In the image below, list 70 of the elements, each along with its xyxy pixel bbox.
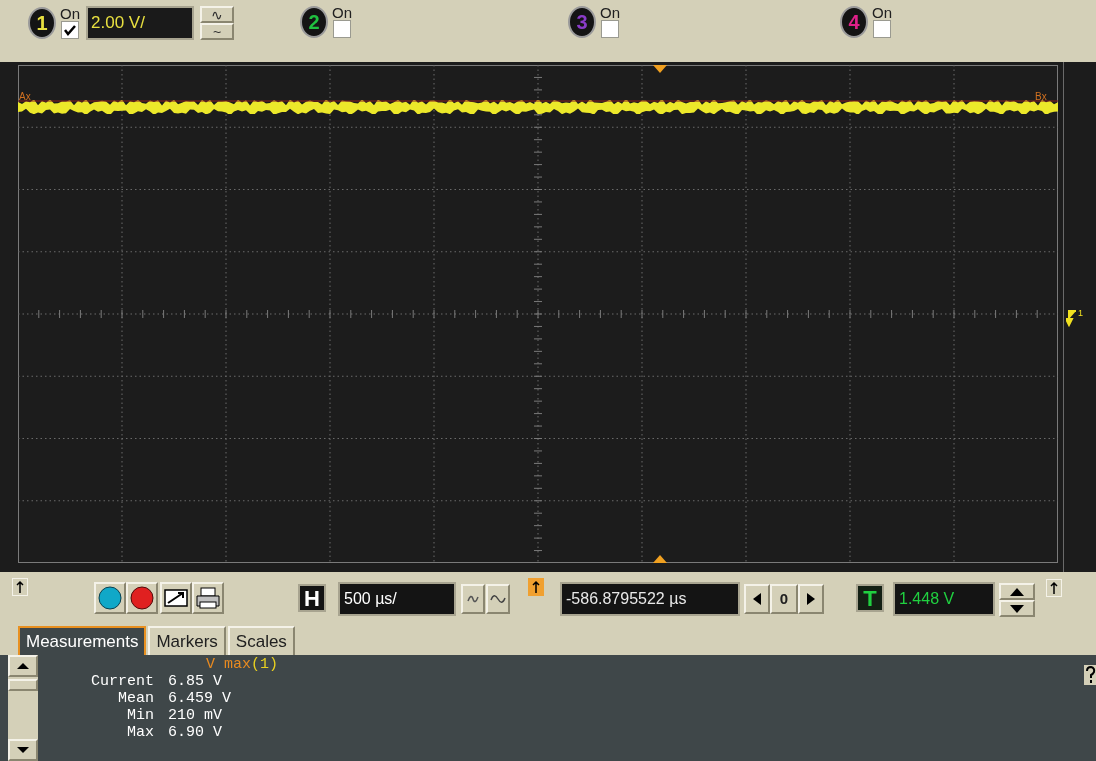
measurement-value: 6.85 V xyxy=(168,673,222,690)
channel-badge[interactable]: 4 xyxy=(840,6,868,38)
measurement-label: Min xyxy=(126,707,154,724)
print-button[interactable] xyxy=(192,582,224,614)
channel-number: 1 xyxy=(36,13,48,33)
help-icon xyxy=(1084,665,1096,685)
channel-badge[interactable]: 2 xyxy=(300,6,328,38)
measurement-value: 6.90 V xyxy=(168,724,222,741)
coupling-button[interactable]: ~ xyxy=(200,23,234,40)
channel-on-checkbox[interactable] xyxy=(873,20,891,38)
channel-on-checkbox[interactable] xyxy=(333,20,351,38)
coupling-button[interactable]: ∿ xyxy=(200,6,234,23)
channel-on-label: On xyxy=(60,7,80,21)
up-arrow-icon xyxy=(17,663,29,669)
measurement-label: Max xyxy=(126,724,154,741)
time-per-division-field[interactable]: 500 µs/ xyxy=(338,582,456,616)
scroll-down-button[interactable] xyxy=(8,739,38,761)
measurement-value: 210 mV xyxy=(168,707,222,724)
measurement-name: V max xyxy=(206,656,251,673)
channel-on-checkbox[interactable] xyxy=(61,21,79,39)
up-arrow-icon xyxy=(1010,587,1024,596)
stop-button[interactable] xyxy=(126,582,158,614)
trigger-position-triangle-icon xyxy=(653,65,667,73)
delay-field[interactable]: -586.8795522 µs xyxy=(560,582,740,616)
scrollbar-thumb[interactable] xyxy=(8,679,38,691)
channel-number: 4 xyxy=(848,12,860,32)
marker-label: Bx xyxy=(1035,92,1047,102)
volts-per-division-field[interactable]: 2.00 V/ xyxy=(86,6,194,40)
spin-up-button[interactable] xyxy=(999,583,1035,600)
tab[interactable]: Markers xyxy=(148,626,226,655)
tab[interactable]: Measurements xyxy=(18,626,147,655)
measurement-label: Mean xyxy=(117,690,154,707)
measurement-label: Current xyxy=(90,673,154,690)
scrollbar[interactable] xyxy=(8,655,38,761)
waveform-button[interactable] xyxy=(461,584,485,614)
delay-reference-button[interactable]: 0 xyxy=(770,584,798,614)
delay-right-button[interactable] xyxy=(798,584,824,614)
delay-left-button[interactable] xyxy=(744,584,770,614)
sine-wave-icon xyxy=(490,592,506,606)
marker-label: Ax xyxy=(19,92,31,102)
tab[interactable]: Scales xyxy=(227,626,295,655)
channel-on-label: On xyxy=(600,6,620,20)
small-wave-icon xyxy=(467,593,479,605)
circle-icon xyxy=(98,586,122,610)
trigger-level-field[interactable]: 1.448 V xyxy=(893,582,995,616)
autoscale-button[interactable] xyxy=(160,582,192,614)
trigger-level-arrow-icon xyxy=(1066,309,1078,327)
down-arrow-icon xyxy=(17,747,29,753)
circle-icon xyxy=(130,586,154,610)
trigger-label: T xyxy=(856,584,884,612)
scroll-up-button[interactable] xyxy=(8,655,38,677)
channel-on-label: On xyxy=(872,6,892,20)
measurement-value: 6.459 V xyxy=(168,690,231,707)
channel-number: 3 xyxy=(576,12,588,32)
channel-on-label: On xyxy=(332,6,352,20)
horizontal-label: H xyxy=(298,584,326,612)
channel-number: 2 xyxy=(308,12,320,32)
right-arrow-icon xyxy=(806,593,816,605)
channel-on-checkbox[interactable] xyxy=(601,20,619,38)
channel-badge[interactable]: 1 xyxy=(28,7,56,39)
down-arrow-icon xyxy=(1010,604,1024,613)
trigger-level-marker: 1 xyxy=(1078,309,1083,318)
measurement-source: (1) xyxy=(251,656,279,673)
waveform-button[interactable] xyxy=(486,584,510,614)
checkmark-icon xyxy=(63,24,77,36)
printer-icon xyxy=(196,587,220,609)
spin-down-button[interactable] xyxy=(999,600,1035,617)
left-arrow-icon xyxy=(752,593,762,605)
trigger-position-triangle-icon xyxy=(653,555,667,563)
run-button[interactable] xyxy=(94,582,126,614)
